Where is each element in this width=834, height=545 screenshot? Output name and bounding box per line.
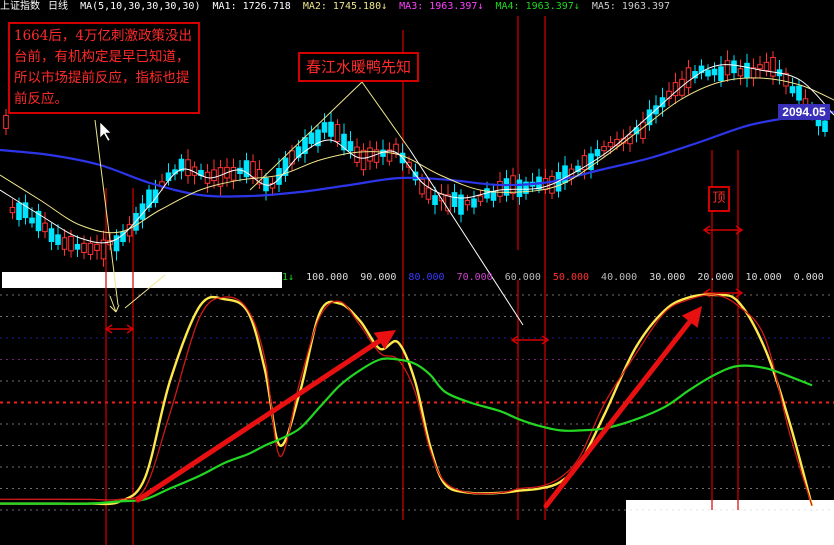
candle-body — [464, 200, 471, 206]
candle-body — [74, 243, 81, 250]
ma2-value: MA2: 1745.180↓ — [302, 1, 388, 12]
candle-body — [744, 62, 750, 79]
candle-body — [432, 195, 438, 206]
candle-body — [380, 149, 386, 157]
level-label: 100.000 — [306, 272, 349, 283]
oscillator-level-legend: 1↓ 100.000 90.000 80.000 70.000 60.000 5… — [282, 271, 830, 287]
candle-body — [87, 242, 94, 255]
spring-label: 春江水暖鸭先知 — [298, 52, 420, 82]
top-label: 顶 — [708, 186, 730, 212]
candle-body — [438, 193, 445, 202]
level-label: 80.000 — [408, 272, 445, 283]
ma-params: MA(5,10,30,30,30,30) — [80, 1, 201, 12]
level-label: 50.000 — [552, 272, 590, 283]
candle-body — [321, 122, 328, 133]
level-label: 90.000 — [360, 272, 397, 283]
candle-body — [711, 68, 718, 76]
level-label: 20.000 — [697, 272, 734, 283]
level-label: 40.000 — [601, 272, 638, 283]
index-name: 上证指数 — [0, 1, 40, 12]
last-price-tag: 2094.05 — [778, 104, 830, 120]
candle-body — [640, 121, 646, 139]
candle-body — [451, 192, 458, 207]
panel-edge — [0, 268, 2, 288]
candle-body — [490, 190, 497, 201]
candle-body — [685, 67, 692, 89]
candle-body — [308, 132, 315, 144]
candle-body — [360, 149, 367, 171]
candle-body — [29, 217, 35, 224]
candle-body — [718, 66, 724, 81]
candle-body — [42, 222, 48, 233]
ma4-value: MA4: 1963.397↓ — [495, 1, 580, 12]
candle-body — [328, 121, 334, 137]
candle-body — [3, 114, 9, 129]
candle-body — [230, 166, 237, 181]
candle-body — [724, 60, 731, 76]
candle-body — [367, 147, 373, 162]
candle-body — [601, 146, 607, 152]
candle-body — [237, 167, 243, 175]
candle-body — [425, 187, 432, 200]
candle-body — [81, 242, 87, 254]
candle-body — [731, 60, 737, 74]
candle-body — [16, 202, 22, 221]
candle-body — [354, 146, 360, 163]
candle-body — [55, 234, 61, 245]
candle-body — [822, 120, 828, 132]
candle-body — [789, 86, 796, 94]
explanation-note: 1664后，4万亿刺激政策没出台前，有机构定是早已知道，所以市场提前反应，指标也… — [8, 22, 200, 114]
candle-body — [243, 160, 250, 178]
level-label: 30.000 — [649, 272, 686, 283]
candle-body — [250, 161, 256, 178]
chart-header: 上证指数 日线 MA(5,10,30,30,30,30) MA1: 1726.7… — [0, 0, 834, 16]
ma3-value: MA3: 1963.397↓ — [399, 1, 484, 12]
level-label: 70.000 — [456, 272, 493, 283]
candle-body — [94, 243, 100, 251]
corner-blank — [626, 500, 834, 545]
level-marker: 1↓ — [282, 272, 295, 283]
ma1-value: MA1: 1726.718 — [212, 1, 291, 12]
chart-stage: 上证指数 日线 MA(5,10,30,30,30,30) MA1: 1726.7… — [0, 0, 834, 545]
candle-body — [9, 206, 16, 214]
candle-body — [347, 141, 354, 152]
candle-body — [211, 169, 217, 182]
candle-body — [705, 69, 711, 77]
candle-body — [471, 198, 477, 208]
candle-body — [770, 56, 776, 77]
candle-body — [594, 149, 601, 157]
candle-body — [334, 124, 341, 142]
ma5-value: MA5: 1963.397 — [591, 1, 671, 12]
candle-body — [542, 178, 549, 190]
candle-body — [757, 64, 763, 70]
candle-body — [796, 85, 802, 101]
level-label: 60.000 — [504, 272, 541, 283]
candle-body — [497, 180, 503, 197]
candle-body — [48, 228, 55, 243]
candle-body — [185, 159, 191, 177]
candle-body — [477, 195, 484, 202]
candle-body — [68, 235, 74, 252]
level-label: 0.000 — [793, 272, 824, 283]
candle-body — [737, 68, 744, 77]
period-label[interactable]: 日线 — [48, 1, 68, 12]
candle-body — [61, 237, 68, 250]
level-label: 10.000 — [745, 272, 782, 283]
candle-body — [516, 179, 523, 198]
candle-body — [607, 142, 614, 148]
candle-body — [763, 61, 770, 72]
candle-body — [419, 178, 425, 195]
